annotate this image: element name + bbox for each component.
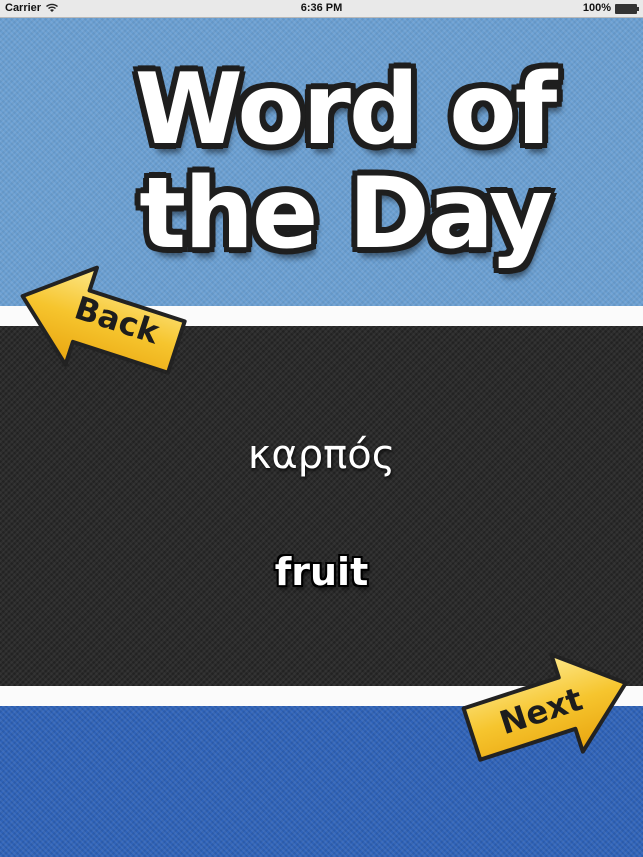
back-button[interactable]: Back xyxy=(8,263,190,383)
status-bar: Carrier 6:36 PM 100% xyxy=(0,0,643,18)
clock: 6:36 PM xyxy=(300,2,343,14)
title-line-2: the Day xyxy=(139,157,553,271)
next-button[interactable]: Next xyxy=(458,648,640,770)
greek-word: καρπός xyxy=(247,432,396,478)
app-title: Word of the Day xyxy=(100,58,590,266)
battery-percent: 100% xyxy=(582,2,611,14)
english-translation: fruit xyxy=(274,550,369,594)
title-line-1: Word of xyxy=(134,53,558,167)
battery-icon xyxy=(615,4,639,14)
